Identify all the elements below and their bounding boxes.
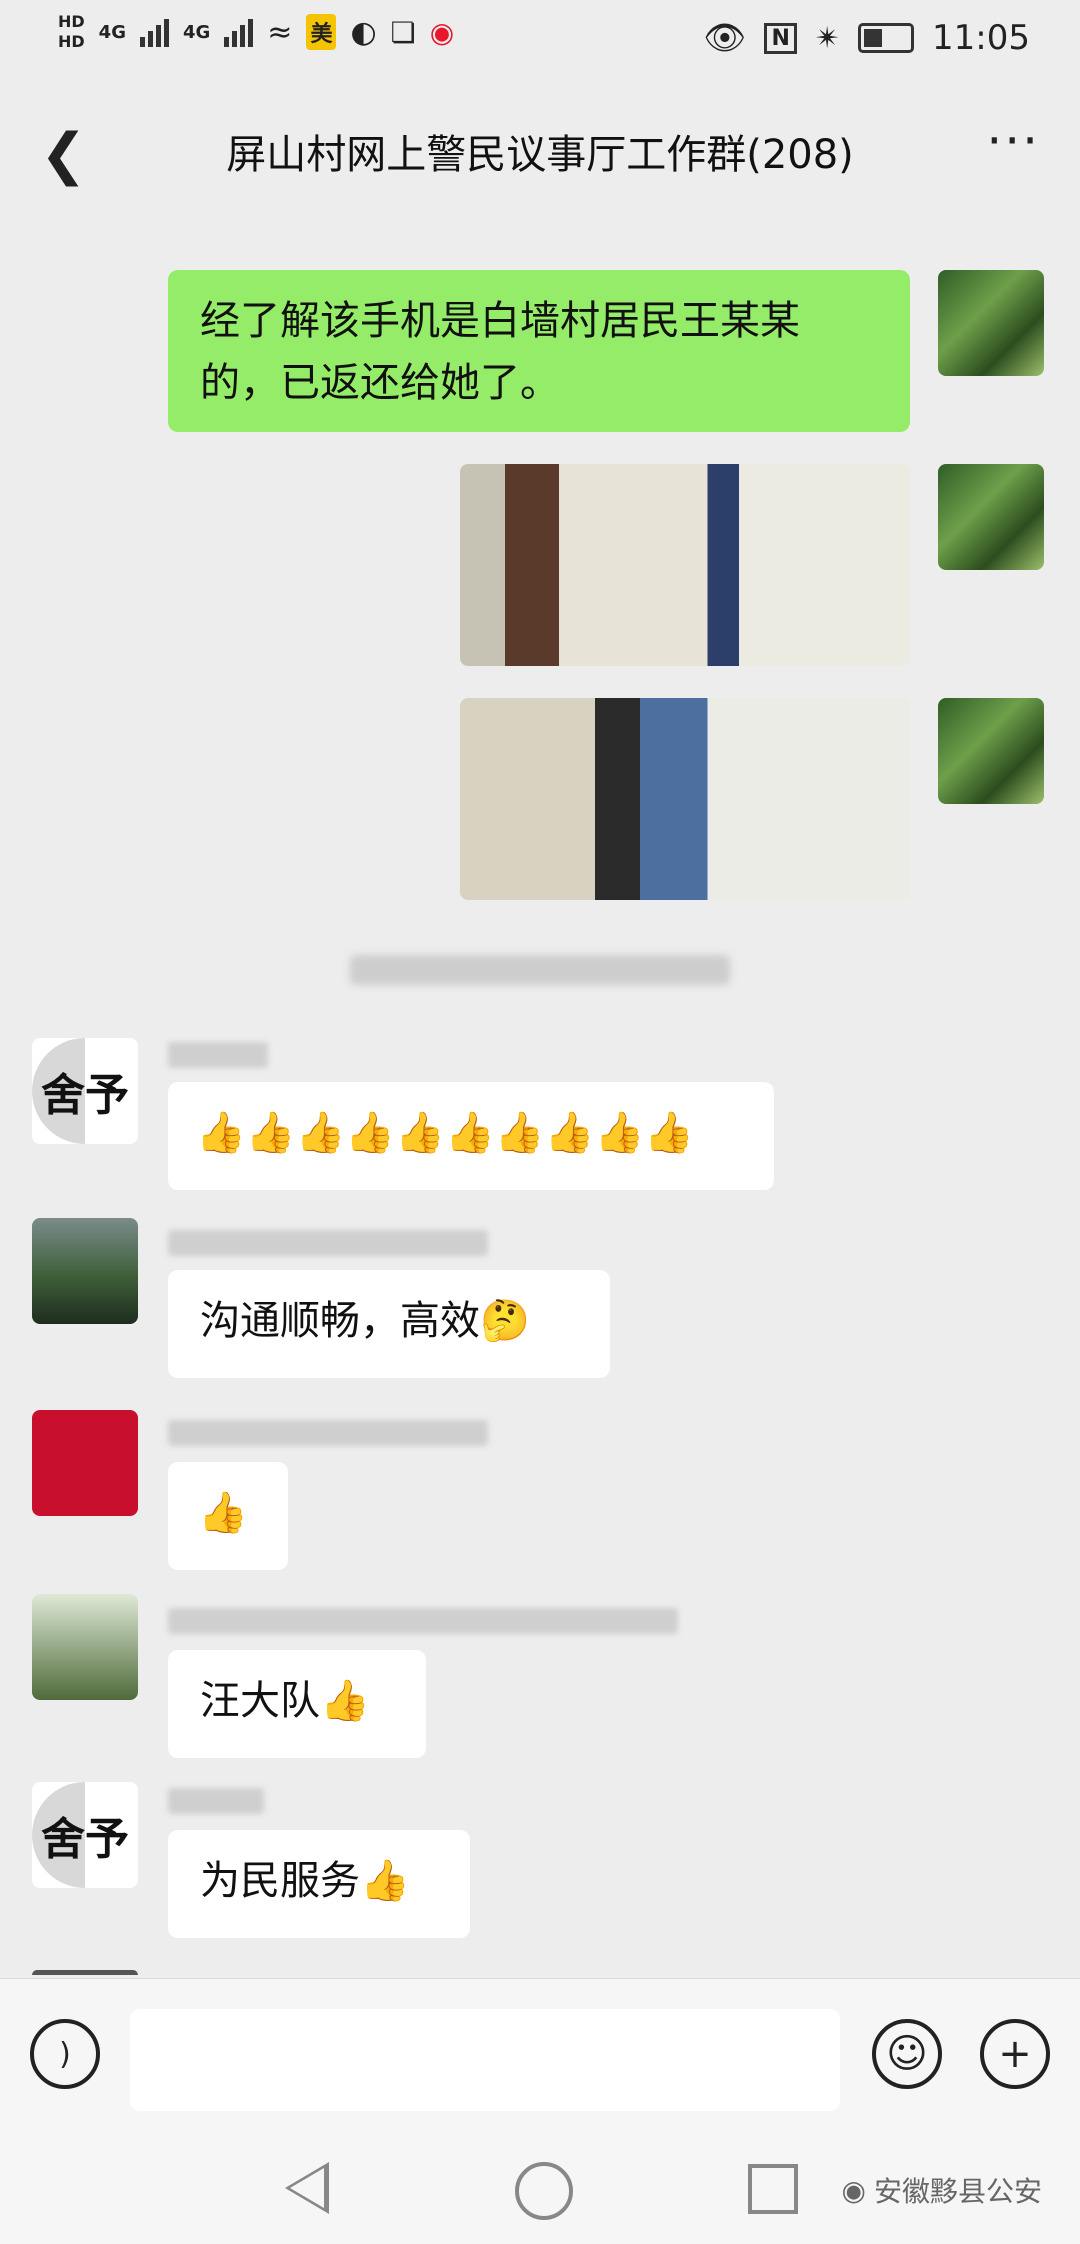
nav-home-button[interactable] xyxy=(515,2162,573,2220)
network-label-2: 4G xyxy=(182,21,211,43)
sender-name xyxy=(168,1230,488,1256)
plus-icon: + xyxy=(998,2031,1032,2077)
nav-recents-button[interactable] xyxy=(748,2164,798,2214)
voice-button[interactable]: ) xyxy=(30,2019,100,2089)
chat-header: ❮ 屏山村网上警民议事厅工作群(208) ··· xyxy=(0,100,1080,200)
my-avatar[interactable] xyxy=(938,698,1044,804)
incoming-message[interactable]: 沟通顺畅，高效🤔 xyxy=(168,1270,610,1378)
sender-name xyxy=(168,1608,678,1634)
photo-message[interactable] xyxy=(460,464,910,666)
outgoing-message[interactable]: 经了解该手机是白墙村居民王某某的，已返还给她了。 xyxy=(168,270,910,432)
photo-message[interactable] xyxy=(460,698,910,900)
eye-icon: 👁 xyxy=(703,18,747,58)
incoming-message[interactable]: 👍 xyxy=(168,1462,288,1570)
incoming-message[interactable]: 汪大队👍 xyxy=(168,1650,426,1758)
wifi-icon: ≈ xyxy=(267,14,293,50)
signal-icon xyxy=(139,17,169,47)
sender-name xyxy=(168,1042,268,1068)
member-avatar-partial xyxy=(32,1970,138,1975)
incoming-message[interactable]: 为民服务👍 xyxy=(168,1830,470,1938)
member-avatar[interactable]: 舍予 xyxy=(32,1782,138,1888)
my-avatar[interactable] xyxy=(938,270,1044,376)
more-options-button[interactable]: ··· xyxy=(986,112,1040,170)
member-avatar[interactable] xyxy=(32,1410,138,1516)
wechat-icon: ◉ xyxy=(841,2173,866,2207)
nfc-icon: N xyxy=(764,22,797,54)
bluetooth-icon: ✴ xyxy=(814,20,841,56)
watermark: ◉ 安徽黟县公安 xyxy=(841,2173,1042,2209)
nav-back-button[interactable] xyxy=(285,2162,329,2214)
meituan-icon: 美 xyxy=(306,14,337,50)
message-input[interactable] xyxy=(130,2009,840,2111)
signal-icon-2 xyxy=(224,17,254,47)
back-button[interactable]: ❮ xyxy=(40,122,87,187)
voice-icon: ) xyxy=(59,2036,71,2072)
emoji-button[interactable]: ☺ xyxy=(872,2019,942,2089)
member-avatar[interactable] xyxy=(32,1594,138,1700)
emoji-icon: ☺ xyxy=(886,2031,928,2077)
chat-title: 屏山村网上警民议事厅工作群(208) xyxy=(226,132,854,178)
sender-name xyxy=(168,1420,488,1446)
hd-indicator: HD HD xyxy=(58,12,85,51)
plus-button[interactable]: + xyxy=(980,2019,1050,2089)
timestamp xyxy=(470,200,479,223)
chevron-left-icon: ❮ xyxy=(40,122,87,187)
member-avatar[interactable]: 舍予 xyxy=(32,1038,138,1144)
message-list[interactable]: 经了解该手机是白墙村居民王某某的，已返还给她了。 舍予 👍👍👍👍👍👍👍👍👍👍 沟… xyxy=(0,200,1080,1975)
clipboard-icon: ❏ xyxy=(390,15,416,49)
incoming-message[interactable]: 👍👍👍👍👍👍👍👍👍👍 xyxy=(168,1082,774,1190)
status-bar: HD HD 4G 4G ≈ 美 ◐ ❏ ◉ 👁 N ✴ 11:05 xyxy=(0,0,1080,82)
my-avatar[interactable] xyxy=(938,464,1044,570)
network-label: 4G xyxy=(98,21,126,43)
input-bar: ) ☺ + xyxy=(0,1978,1080,2135)
sender-name xyxy=(168,1788,264,1814)
battery-icon xyxy=(858,23,915,53)
browser-icon: ◐ xyxy=(350,14,377,50)
weibo-icon: ◉ xyxy=(429,15,455,49)
member-avatar[interactable] xyxy=(32,1218,138,1324)
clock: 11:05 xyxy=(932,18,1030,58)
system-notice xyxy=(350,955,730,985)
